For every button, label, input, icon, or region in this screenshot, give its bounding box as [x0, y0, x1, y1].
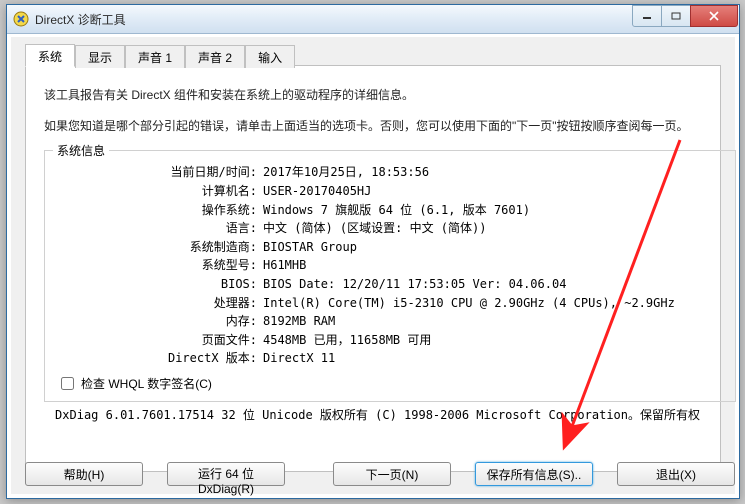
table-row: DirectX 版本:DirectX 11: [57, 349, 727, 368]
info-table: 当前日期/时间:2017年10月25日, 18:53:56 计算机名:USER-…: [57, 163, 727, 368]
row-label: BIOS:: [57, 275, 259, 294]
row-label: 系统制造商:: [57, 238, 259, 257]
row-label: 当前日期/时间:: [57, 163, 259, 182]
tab-system[interactable]: 系统: [25, 44, 75, 67]
tab-input[interactable]: 输入: [245, 45, 295, 68]
row-label: 计算机名:: [57, 182, 259, 201]
row-label: 语言:: [57, 219, 259, 238]
table-row: 语言:中文 (简体) (区域设置: 中文 (简体)): [57, 219, 727, 238]
button-row: 帮助(H) 运行 64 位 DxDiag(R) 下一页(N) 保存所有信息(S)…: [25, 462, 721, 488]
table-row: 计算机名:USER-20170405HJ: [57, 182, 727, 201]
client-area: 系统 显示 声音 1 声音 2 输入 该工具报告有关 DirectX 组件和安装…: [11, 37, 735, 494]
row-value: 8192MB RAM: [259, 312, 727, 331]
row-label: 内存:: [57, 312, 259, 331]
table-row: 系统制造商:BIOSTAR Group: [57, 238, 727, 257]
row-value: USER-20170405HJ: [259, 182, 727, 201]
row-label: 处理器:: [57, 294, 259, 313]
row-label: 操作系统:: [57, 201, 259, 220]
row-value: Intel(R) Core(TM) i5-2310 CPU @ 2.90GHz …: [259, 294, 727, 313]
row-value: DirectX 11: [259, 349, 727, 368]
titlebar[interactable]: DirectX 诊断工具: [7, 5, 739, 34]
window-controls: [633, 5, 738, 25]
row-value: BIOSTAR Group: [259, 238, 727, 257]
row-value: H61MHB: [259, 256, 727, 275]
row-label: 页面文件:: [57, 331, 259, 350]
tab-display[interactable]: 显示: [75, 45, 125, 68]
row-value: Windows 7 旗舰版 64 位 (6.1, 版本 7601): [259, 201, 727, 220]
copyright-text: DxDiag 6.01.7601.17514 32 位 Unicode 版权所有…: [44, 406, 702, 423]
tab-sound2[interactable]: 声音 2: [185, 45, 245, 68]
tab-panel: 系统 显示 声音 1 声音 2 输入 该工具报告有关 DirectX 组件和安装…: [25, 65, 721, 472]
tab-strip: 系统 显示 声音 1 声音 2 输入: [25, 44, 295, 67]
close-button[interactable]: [690, 5, 738, 27]
row-value: BIOS Date: 12/20/11 17:53:05 Ver: 04.06.…: [259, 275, 727, 294]
whql-label: 检查 WHQL 数字签名(C): [81, 375, 212, 392]
dialog-window: DirectX 诊断工具 系统 显示 声音 1 声音 2 输入 该: [6, 4, 740, 499]
row-label: 系统型号:: [57, 256, 259, 275]
row-value: 2017年10月25日, 18:53:56: [259, 163, 727, 182]
save-all-button[interactable]: 保存所有信息(S)..: [475, 462, 593, 486]
minimize-button[interactable]: [632, 5, 662, 27]
intro-line1: 该工具报告有关 DirectX 组件和安装在系统上的驱动程序的详细信息。: [44, 86, 702, 105]
system-panel: 该工具报告有关 DirectX 组件和安装在系统上的驱动程序的详细信息。 如果您…: [26, 66, 720, 471]
table-row: 系统型号:H61MHB: [57, 256, 727, 275]
help-button[interactable]: 帮助(H): [25, 462, 143, 486]
window-title: DirectX 诊断工具: [35, 11, 633, 28]
intro-line2: 如果您知道是哪个部分引起的错误，请单击上面适当的选项卡。否则，您可以使用下面的"…: [44, 117, 702, 136]
table-row: 页面文件:4548MB 已用，11658MB 可用: [57, 331, 727, 350]
table-row: 内存:8192MB RAM: [57, 312, 727, 331]
table-row: 处理器:Intel(R) Core(TM) i5-2310 CPU @ 2.90…: [57, 294, 727, 313]
system-info-group: 系统信息 当前日期/时间:2017年10月25日, 18:53:56 计算机名:…: [44, 150, 736, 402]
whql-row: 检查 WHQL 数字签名(C): [57, 374, 727, 393]
row-label: DirectX 版本:: [57, 349, 259, 368]
whql-checkbox[interactable]: [61, 377, 74, 390]
maximize-button[interactable]: [661, 5, 691, 27]
row-value: 中文 (简体) (区域设置: 中文 (简体)): [259, 219, 727, 238]
run64-button[interactable]: 运行 64 位 DxDiag(R): [167, 462, 285, 486]
next-button[interactable]: 下一页(N): [333, 462, 451, 486]
table-row: 当前日期/时间:2017年10月25日, 18:53:56: [57, 163, 727, 182]
row-value: 4548MB 已用，11658MB 可用: [259, 331, 727, 350]
table-row: 操作系统:Windows 7 旗舰版 64 位 (6.1, 版本 7601): [57, 201, 727, 220]
table-row: BIOS:BIOS Date: 12/20/11 17:53:05 Ver: 0…: [57, 275, 727, 294]
app-icon: [13, 11, 29, 27]
group-title: 系统信息: [53, 142, 109, 159]
exit-button[interactable]: 退出(X): [617, 462, 735, 486]
tab-sound1[interactable]: 声音 1: [125, 45, 185, 68]
